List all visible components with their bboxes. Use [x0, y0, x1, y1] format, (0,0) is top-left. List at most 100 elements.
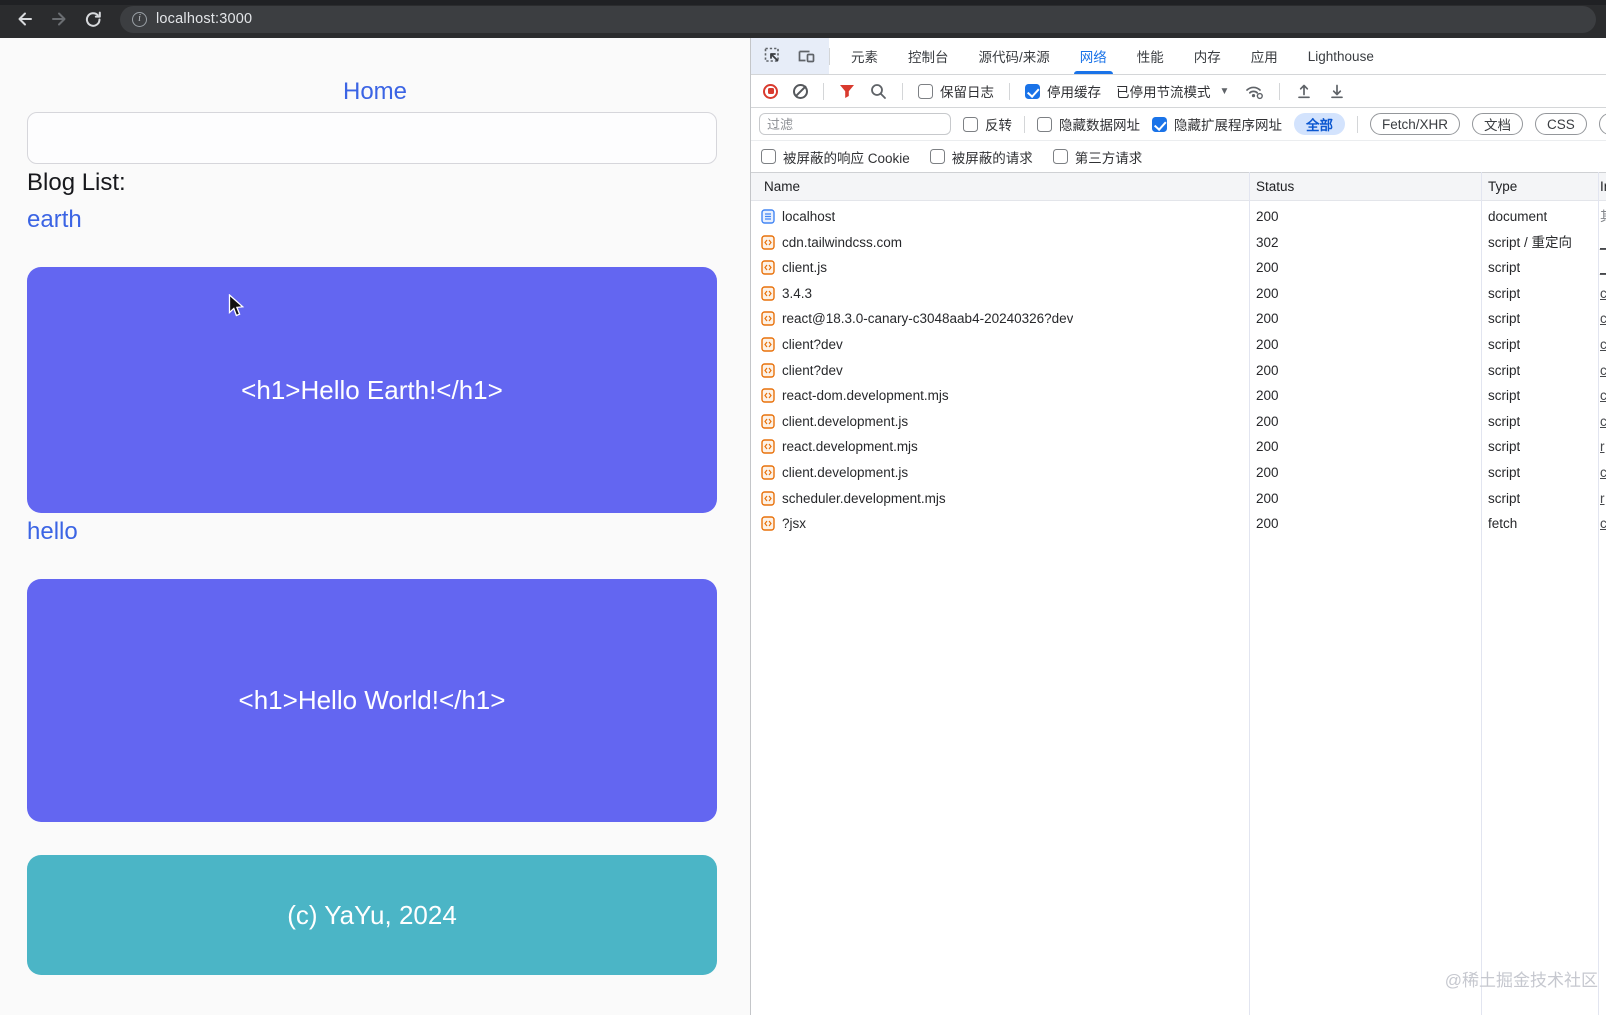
initiator-link[interactable]: c [1600, 383, 1606, 409]
filter-pill-doc[interactable]: 文档 [1472, 113, 1523, 135]
hello-earth-card: <h1>Hello Earth!</h1> [27, 267, 717, 513]
network-conditions-button[interactable] [1244, 83, 1264, 100]
device-toolbar-icon[interactable] [797, 47, 816, 65]
hello-world-text: <h1>Hello World!</h1> [239, 685, 506, 716]
back-button[interactable] [8, 4, 42, 34]
network-filter-input[interactable] [759, 113, 951, 135]
filter-pill-all[interactable]: 全部 [1294, 113, 1345, 135]
initiator-link[interactable]: c [1600, 460, 1606, 486]
filter-pill-css[interactable]: CSS [1535, 113, 1587, 135]
initiator-link[interactable]: r [1600, 486, 1605, 512]
web-page: Home Blog List: earth <h1>Hello Earth!</… [0, 38, 750, 1015]
table-row[interactable]: client.development.js 200 script c [751, 409, 1606, 435]
import-har-button[interactable] [1295, 82, 1313, 100]
watermark-text: @稀土掘金技术社区 [1445, 966, 1598, 991]
site-info-icon[interactable]: i [132, 12, 147, 27]
tab-console[interactable]: 控制台 [908, 38, 949, 74]
forward-arrow-icon [49, 9, 69, 29]
table-row[interactable]: client.development.js 200 script c [751, 460, 1606, 486]
script-icon [761, 491, 775, 509]
initiator-link[interactable]: c [1600, 358, 1606, 384]
script-icon [761, 235, 775, 253]
devtools-tool-icons [751, 38, 829, 74]
network-toolbar: 保留日志 停用缓存 已停用节流模式 ▼ [751, 75, 1606, 108]
document-icon [761, 209, 775, 227]
table-row[interactable]: client?dev 200 script c [751, 358, 1606, 384]
forward-button[interactable] [42, 4, 76, 34]
hide-extension-urls-checkbox[interactable]: 隐藏扩展程序网址 [1152, 114, 1282, 134]
tab-performance[interactable]: 性能 [1137, 38, 1164, 74]
table-row[interactable]: client.js 200 script _ [751, 255, 1606, 281]
export-har-button[interactable] [1328, 82, 1346, 100]
invert-filter-checkbox[interactable]: 反转 [963, 114, 1012, 134]
clear-icon [793, 84, 808, 99]
initiator-link[interactable]: _ [1600, 255, 1606, 281]
initiator-link[interactable]: c [1600, 511, 1606, 537]
tab-lighthouse[interactable]: Lighthouse [1308, 38, 1374, 74]
network-table-header: Name Status Type In [751, 172, 1606, 201]
page-text-input[interactable] [27, 112, 717, 164]
initiator-link[interactable]: _ [1600, 230, 1606, 256]
address-bar[interactable]: i localhost:3000 [120, 6, 1596, 33]
script-icon [761, 337, 775, 355]
disable-cache-checkbox[interactable]: 停用缓存 [1025, 81, 1101, 101]
record-stop-button[interactable] [763, 84, 778, 99]
column-header-status[interactable]: Status [1256, 173, 1294, 200]
devtools-tabbar: 元素 控制台 源代码/来源 网络 性能 内存 应用 Lighthouse [751, 38, 1606, 75]
table-row[interactable]: localhost 200 document 其 [751, 204, 1606, 230]
download-icon [1328, 82, 1346, 100]
blog-list-label: Blog List: [27, 169, 126, 197]
filter-toggle-button[interactable] [839, 84, 855, 99]
column-header-type[interactable]: Type [1488, 173, 1517, 200]
table-row[interactable]: react-dom.development.mjs 200 script c [751, 383, 1606, 409]
hello-post-link[interactable]: hello [27, 518, 78, 546]
footer-card: (c) YaYu, 2024 [27, 855, 717, 975]
hide-data-urls-checkbox[interactable]: 隐藏数据网址 [1037, 114, 1140, 134]
column-header-name[interactable]: Name [764, 173, 800, 200]
initiator-link[interactable]: c [1600, 332, 1606, 358]
tab-sources[interactable]: 源代码/来源 [979, 38, 1050, 74]
initiator-link[interactable]: c [1600, 281, 1606, 307]
checkbox-unchecked-icon [930, 149, 945, 164]
blocked-response-cookies-checkbox[interactable]: 被屏蔽的响应 Cookie [761, 147, 910, 167]
filter-pill-fetch-xhr[interactable]: Fetch/XHR [1370, 113, 1460, 135]
earth-post-link[interactable]: earth [27, 206, 82, 234]
hello-world-card: <h1>Hello World!</h1> [27, 579, 717, 822]
table-row[interactable]: scheduler.development.mjs 200 script r [751, 486, 1606, 512]
home-link[interactable]: Home [343, 78, 407, 105]
throttling-dropdown[interactable]: 已停用节流模式 ▼ [1116, 81, 1229, 101]
third-party-requests-checkbox[interactable]: 第三方请求 [1053, 147, 1143, 167]
fetch-icon [761, 516, 775, 534]
browser-toolbar: i localhost:3000 [0, 0, 1606, 38]
column-header-initiator[interactable]: In [1600, 173, 1606, 200]
initiator-link[interactable]: c [1600, 306, 1606, 332]
reload-button[interactable] [76, 4, 110, 34]
tab-memory[interactable]: 内存 [1194, 38, 1221, 74]
url-text[interactable]: localhost:3000 [156, 11, 252, 27]
back-arrow-icon [15, 9, 35, 29]
table-row[interactable]: ?jsx 200 fetch c [751, 511, 1606, 537]
initiator-link[interactable]: c [1600, 409, 1606, 435]
script-icon [761, 260, 775, 278]
table-row[interactable]: client?dev 200 script c [751, 332, 1606, 358]
mouse-cursor [228, 294, 245, 318]
script-icon [761, 311, 775, 329]
preserve-log-checkbox[interactable]: 保留日志 [918, 81, 994, 101]
tab-elements[interactable]: 元素 [851, 38, 878, 74]
initiator-link[interactable]: r [1600, 434, 1605, 460]
wifi-gear-icon [1244, 83, 1264, 100]
tab-application[interactable]: 应用 [1251, 38, 1278, 74]
table-row[interactable]: 3.4.3 200 script c [751, 281, 1606, 307]
checkbox-unchecked-icon [761, 149, 776, 164]
network-search-button[interactable] [870, 83, 887, 100]
upload-icon [1295, 82, 1313, 100]
table-row[interactable]: react.development.mjs 200 script r [751, 434, 1606, 460]
table-row[interactable]: react@18.3.0-canary-c3048aab4-20240326?d… [751, 306, 1606, 332]
clear-network-log-button[interactable] [793, 84, 808, 99]
tab-network[interactable]: 网络 [1080, 38, 1107, 74]
blocked-requests-checkbox[interactable]: 被屏蔽的请求 [930, 147, 1033, 167]
table-row[interactable]: cdn.tailwindcss.com 302 script / 重定向 _ [751, 230, 1606, 256]
inspect-element-icon[interactable] [764, 47, 782, 65]
checkbox-unchecked-icon [918, 84, 933, 99]
filter-pill-clipped[interactable] [1599, 113, 1606, 135]
